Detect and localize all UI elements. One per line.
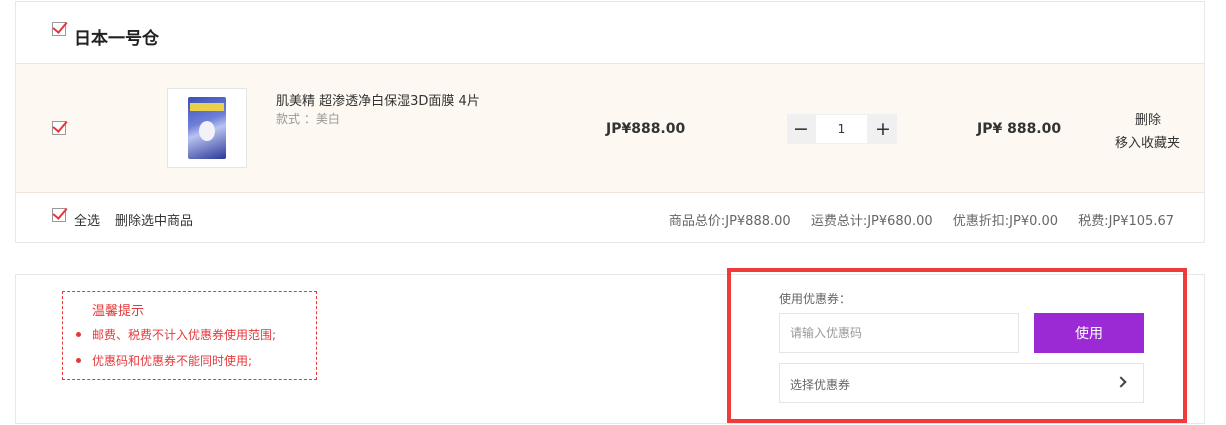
product-spec: 款式 ：美白 [276,112,340,126]
goods-total: 商品总价:JP¥888.00 [668,214,791,229]
totals-breakdown: 商品总价:JP¥888.00 运费总计:JP¥680.00 优惠折扣:JP¥0.… [653,210,1174,229]
cart-item-row: 肌美精 超渗透净白保湿3D面膜 4片 款式 ：美白 JP¥888.00 − + … [16,63,1204,193]
tips-box: 温馨提示 邮费、税费不计入优惠券使用范围; 优惠码和优惠券不能同时使用; [62,291,317,380]
warehouse-title: 日本一号仓 [74,29,159,49]
move-to-favorites-link[interactable]: 移入收藏夹 [1115,132,1180,151]
tips-title: 温馨提示 [92,304,145,319]
coupon-label: 使用优惠券： [779,292,852,306]
tax-total: 税费:JP¥105.67 [1078,214,1174,229]
delete-item-link[interactable]: 删除 [1135,109,1161,128]
quantity-stepper: − + [787,114,897,144]
select-all-checkbox[interactable] [52,208,66,222]
item-subtotal: JP¥ 888.00 [977,121,1062,137]
coupon-code-input[interactable] [779,313,1019,353]
unit-price: JP¥888.00 [606,121,686,137]
tip-item: 优惠码和优惠券不能同时使用; [75,354,253,368]
shipping-total: 运费总计:JP¥680.00 [810,214,933,229]
item-checkbox[interactable] [52,121,66,135]
warehouse-header: 日本一号仓 [16,2,1204,63]
coupon-section: 使用优惠券： 使用 选择优惠券 [727,268,1187,423]
select-coupon-label: 选择优惠券 [790,378,851,392]
tip-item: 邮费、税费不计入优惠券使用范围; [75,328,277,342]
cart-summary-row: 全选 删除选中商品 商品总价:JP¥888.00 运费总计:JP¥680.00 … [16,193,1204,243]
product-thumbnail[interactable] [167,88,247,168]
quantity-increase-button[interactable]: + [869,114,897,144]
apply-coupon-button[interactable]: 使用 [1034,313,1144,353]
cart-panel: 日本一号仓 肌美精 超渗透净白保湿3D面膜 4片 款式 ：美白 JP¥888.0… [15,1,1205,243]
discount-total: 优惠折扣:JP¥0.00 [952,214,1059,229]
select-coupon-dropdown[interactable]: 选择优惠券 [779,363,1144,403]
warehouse-checkbox[interactable] [52,22,66,36]
delete-selected-link[interactable]: 删除选中商品 [115,210,193,229]
checkout-panel: 温馨提示 邮费、税费不计入优惠券使用范围; 优惠码和优惠券不能同时使用; 使用优… [15,268,1205,424]
select-all-label[interactable]: 全选 [74,210,100,229]
chevron-right-icon [1115,376,1127,388]
product-name-link[interactable]: 肌美精 超渗透净白保湿3D面膜 4片 [276,90,480,109]
product-package-image [188,97,226,159]
quantity-decrease-button[interactable]: − [787,114,815,144]
quantity-input[interactable] [816,115,867,143]
